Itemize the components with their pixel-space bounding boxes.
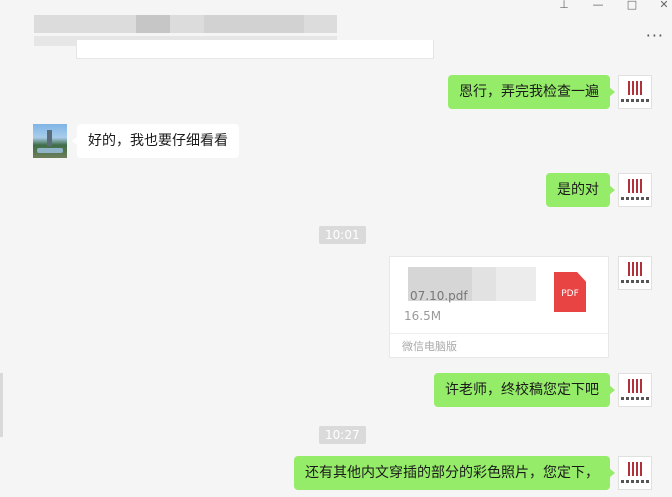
timestamp: 10:01 [319,226,366,244]
pdf-file-icon: PDF [554,272,586,312]
maximize-icon[interactable]: □ [624,0,640,12]
more-options-icon[interactable]: ··· [646,26,664,45]
message-bubble-sent[interactable]: 还有其他内文穿插的部分的彩色照片，您定下， [294,456,615,490]
file-source-label: 微信电脑版 [402,340,457,353]
my-avatar[interactable] [618,75,652,109]
my-avatar[interactable] [618,373,652,407]
my-avatar[interactable] [618,456,652,490]
chat-title-blurred [34,15,337,33]
pin-icon[interactable]: ⊥ [556,0,572,12]
contact-avatar[interactable] [33,124,67,158]
timestamp: 10:27 [319,426,366,444]
my-avatar[interactable] [618,173,652,207]
scrollbar[interactable] [0,373,3,437]
file-size: 16.5M [404,309,442,323]
close-icon[interactable]: ✕ [656,0,672,12]
message-bubble-sent[interactable]: 是的对 [546,173,615,207]
file-message-card[interactable]: 07.10.pdf 16.5M PDF 微信电脑版 [389,256,609,358]
message-bubble-sent[interactable]: 许老师，终校稿您定下吧 [434,373,615,407]
chat-header: ⊥ — □ ✕ ··· [0,0,672,59]
message-bubble-received[interactable]: 好的，我也要仔细看看 [72,124,239,158]
minimize-icon[interactable]: — [590,0,606,12]
file-name: 07.10.pdf [410,289,468,303]
message-bubble-sent[interactable]: 恩行，弄完我检查一遍 [448,75,615,109]
previous-message-card [76,40,434,59]
divider [390,333,608,334]
my-avatar[interactable] [618,256,652,290]
